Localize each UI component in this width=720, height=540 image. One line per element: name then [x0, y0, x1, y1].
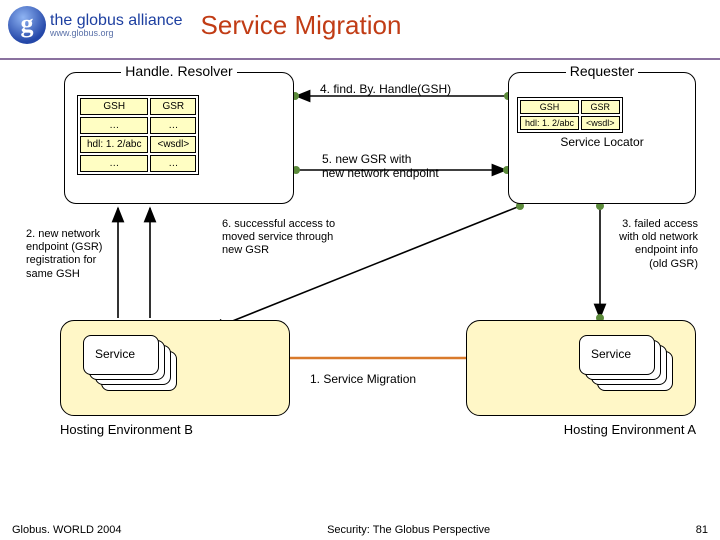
- footer-right: 81: [696, 524, 708, 536]
- hr-col-gsr: GSR: [150, 98, 196, 115]
- requester-box: Requester GSHGSR hdl: 1. 2/abc<wsdl> Ser…: [508, 72, 696, 204]
- service-label: Service: [95, 347, 135, 361]
- step-4-label: 4. find. By. Handle(GSH): [320, 82, 451, 96]
- requester-table: GSHGSR hdl: 1. 2/abc<wsdl>: [517, 97, 623, 133]
- step-6-label: 6. successful access to moved service th…: [222, 218, 335, 258]
- globus-logo-icon: [8, 6, 46, 44]
- brand-top: the globus alliance: [50, 13, 183, 29]
- hr-col-gsh: GSH: [80, 98, 148, 115]
- handle-resolver-title: Handle. Resolver: [65, 63, 293, 79]
- handle-resolver-box: Handle. Resolver GSHGSR …… hdl: 1. 2/abc…: [64, 72, 294, 204]
- hosting-env-a: Service: [466, 320, 696, 416]
- req-col-gsr: GSR: [581, 100, 620, 114]
- service-locator-label: Service Locator: [509, 135, 695, 149]
- hosting-env-a-label: Hosting Environment A: [564, 422, 696, 438]
- footer-center: Security: The Globus Perspective: [327, 524, 490, 536]
- footer: Globus. WORLD 2004 Security: The Globus …: [0, 524, 720, 536]
- requester-title: Requester: [509, 63, 695, 79]
- step-2-label: 2. new network endpoint (GSR) registrati…: [26, 228, 102, 281]
- hosting-env-b: Service: [60, 320, 290, 416]
- step-5-label: 5. new GSR with new network endpoint: [322, 152, 439, 181]
- step-3-label: 3. failed access with old network endpoi…: [619, 218, 698, 271]
- handle-resolver-table: GSHGSR …… hdl: 1. 2/abc<wsdl> ……: [77, 95, 199, 175]
- hosting-env-b-label: Hosting Environment B: [60, 422, 193, 438]
- diagram-canvas: Handle. Resolver GSHGSR …… hdl: 1. 2/abc…: [0, 60, 720, 500]
- brand-sub: www.globus.org: [50, 29, 183, 38]
- req-col-gsh: GSH: [520, 100, 579, 114]
- footer-left: Globus. WORLD 2004: [12, 524, 121, 536]
- page-title: Service Migration: [201, 10, 402, 41]
- step-1-label: 1. Service Migration: [310, 372, 416, 386]
- brand: the globus alliance www.globus.org: [50, 13, 183, 38]
- service-label: Service: [591, 347, 631, 361]
- header: the globus alliance www.globus.org Servi…: [0, 0, 720, 50]
